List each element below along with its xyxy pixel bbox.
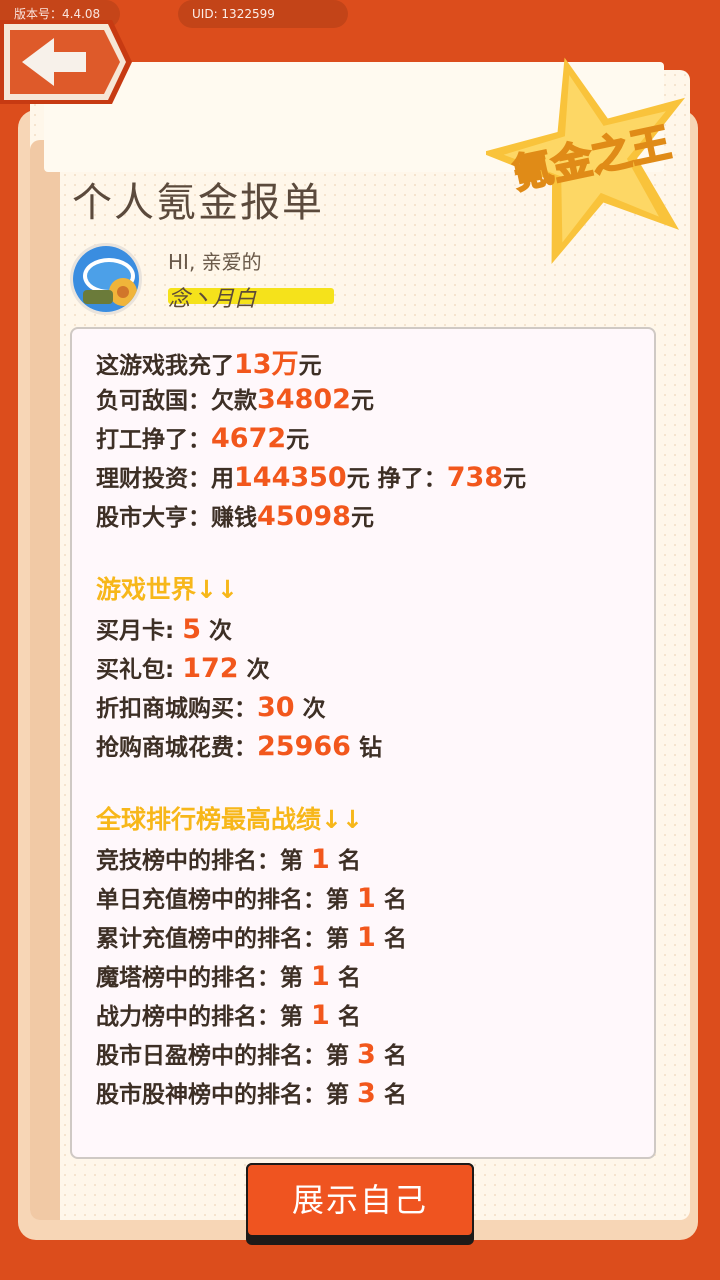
rank-line: 单日充值榜中的排名：第 1 名 — [96, 883, 407, 914]
game-section-title: 游戏世界↓↓ — [96, 575, 238, 604]
rank-line: 战力榜中的排名：第 1 名 — [96, 1000, 361, 1031]
stat-line: 理财投资：用144350元 挣了：738元 — [96, 462, 527, 493]
game-stat-line: 折扣商城购买：30 次 — [96, 692, 326, 723]
greeting: HI, 亲爱的 — [168, 250, 262, 274]
rank-section-title: 全球排行榜最高战绩↓↓ — [96, 805, 363, 834]
rank-line: 累计充值榜中的排名：第 1 名 — [96, 922, 407, 953]
rank-line: 股市股神榜中的排名：第 3 名 — [96, 1078, 407, 1109]
stat-line: 负可敌国：欠款34802元 — [96, 384, 374, 415]
back-button[interactable] — [0, 20, 132, 104]
rank-line: 竞技榜中的排名：第 1 名 — [96, 844, 361, 875]
stat-line: 打工挣了：4672元 — [96, 423, 310, 454]
stat-line: 股市大亨：赚钱45098元 — [96, 501, 374, 532]
game-stat-line: 抢购商城花费：25966 钻 — [96, 731, 382, 762]
stat-line: 这游戏我充了13万元 — [96, 349, 322, 380]
rank-line: 股市日盈榜中的排名：第 3 名 — [96, 1039, 407, 1070]
show-off-button-label[interactable]: 展示自己 — [246, 1163, 474, 1237]
show-off-button[interactable]: 展示自己 — [246, 1163, 474, 1245]
game-stat-line: 买月卡: 5 次 — [96, 614, 233, 645]
game-stat-line: 买礼包: 172 次 — [96, 653, 270, 684]
paper-curl — [30, 140, 60, 1220]
avatar[interactable] — [70, 243, 142, 315]
rank-line: 魔塔榜中的排名：第 1 名 — [96, 961, 361, 992]
page-title: 个人氪金报单 — [72, 180, 324, 226]
uid-label: UID: 1322599 — [178, 0, 348, 28]
king-badge: 氪金之王 — [486, 57, 686, 265]
username: 念丶月白 — [168, 287, 257, 312]
